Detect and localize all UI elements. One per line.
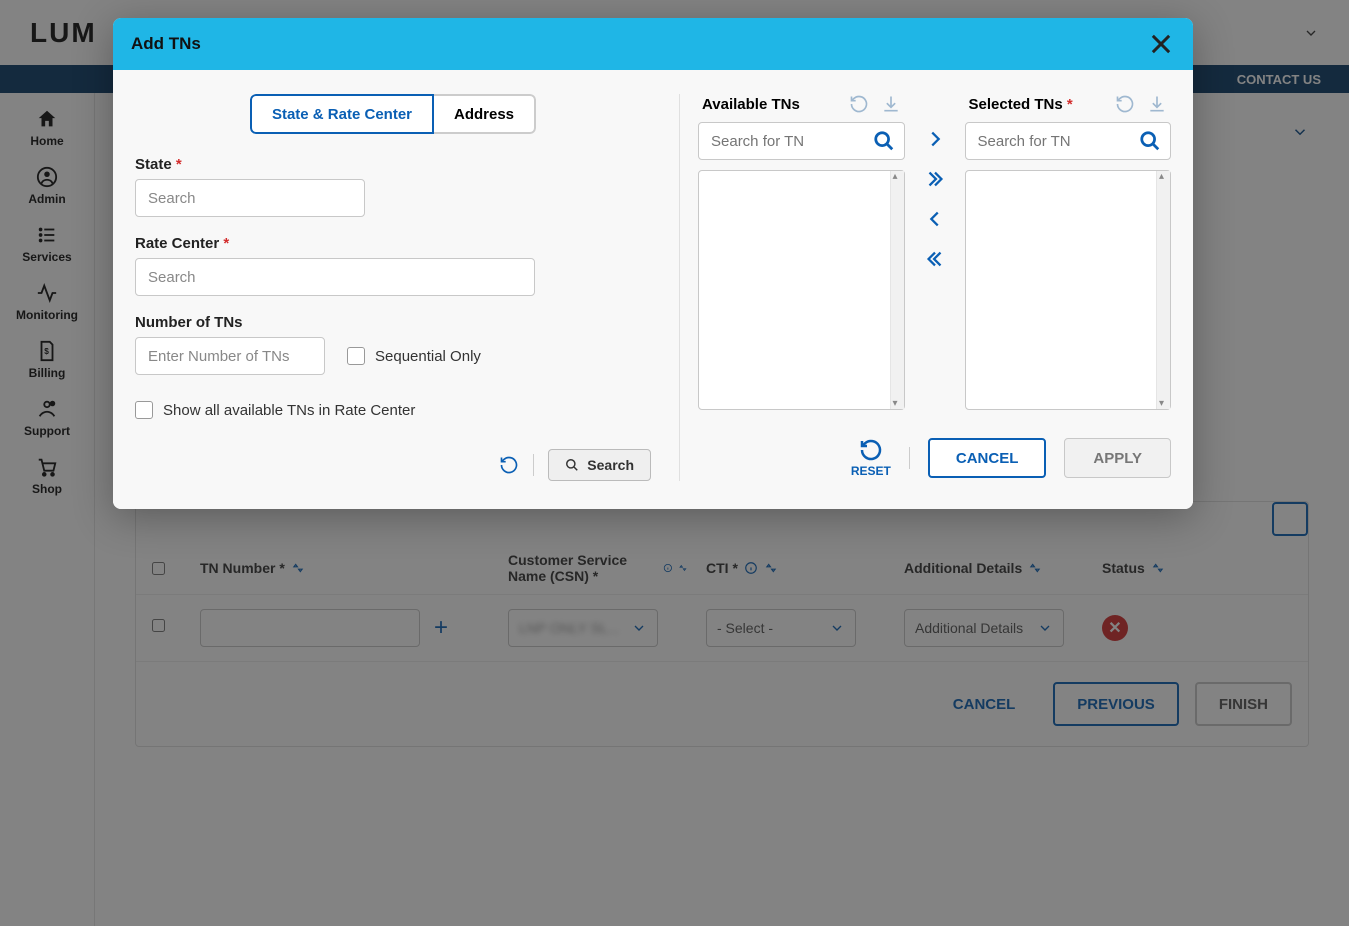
available-tns-label: Available TNs: [702, 96, 800, 113]
show-all-label: Show all available TNs in Rate Center: [163, 402, 415, 419]
selected-tns-list[interactable]: [965, 170, 1172, 410]
number-of-tns-label: Number of TNs: [135, 314, 651, 331]
sequential-only-checkbox[interactable]: Sequential Only: [347, 347, 481, 365]
reset-icon[interactable]: [1115, 94, 1135, 114]
state-label: State *: [135, 156, 651, 173]
apply-button[interactable]: APPLY: [1064, 438, 1171, 478]
reset-icon[interactable]: [849, 94, 869, 114]
show-all-checkbox[interactable]: Show all available TNs in Rate Center: [135, 401, 651, 419]
tab-state-rate-center[interactable]: State & Rate Center: [250, 94, 434, 134]
reset-icon: [859, 438, 883, 462]
reset-button[interactable]: RESET: [851, 438, 891, 478]
search-icon[interactable]: [1139, 130, 1161, 152]
reset-icon[interactable]: [499, 455, 519, 475]
tab-address[interactable]: Address: [434, 94, 536, 134]
add-tns-modal: Add TNs State & Rate Center Address Stat…: [113, 18, 1193, 509]
search-icon[interactable]: [873, 130, 895, 152]
cancel-button[interactable]: CANCEL: [928, 438, 1047, 478]
state-input[interactable]: [135, 179, 365, 217]
rate-center-input[interactable]: [135, 258, 535, 296]
download-icon[interactable]: [1147, 94, 1167, 114]
rate-center-label: Rate Center *: [135, 235, 651, 252]
move-right-icon[interactable]: [924, 128, 946, 150]
move-left-icon[interactable]: [924, 208, 946, 230]
close-icon[interactable]: [1147, 30, 1175, 58]
search-icon: [565, 458, 579, 472]
move-all-right-icon[interactable]: [924, 168, 946, 190]
move-all-left-icon[interactable]: [924, 248, 946, 270]
divider: [533, 454, 534, 476]
scrollbar[interactable]: [890, 171, 904, 409]
selected-tns-label: Selected TNs *: [969, 96, 1073, 113]
divider: [909, 447, 910, 469]
number-of-tns-input[interactable]: [135, 337, 325, 375]
available-tns-list[interactable]: [698, 170, 905, 410]
scrollbar[interactable]: [1156, 171, 1170, 409]
sequential-only-label: Sequential Only: [375, 348, 481, 365]
download-icon[interactable]: [881, 94, 901, 114]
modal-title: Add TNs: [131, 34, 201, 54]
search-button[interactable]: Search: [548, 449, 651, 481]
